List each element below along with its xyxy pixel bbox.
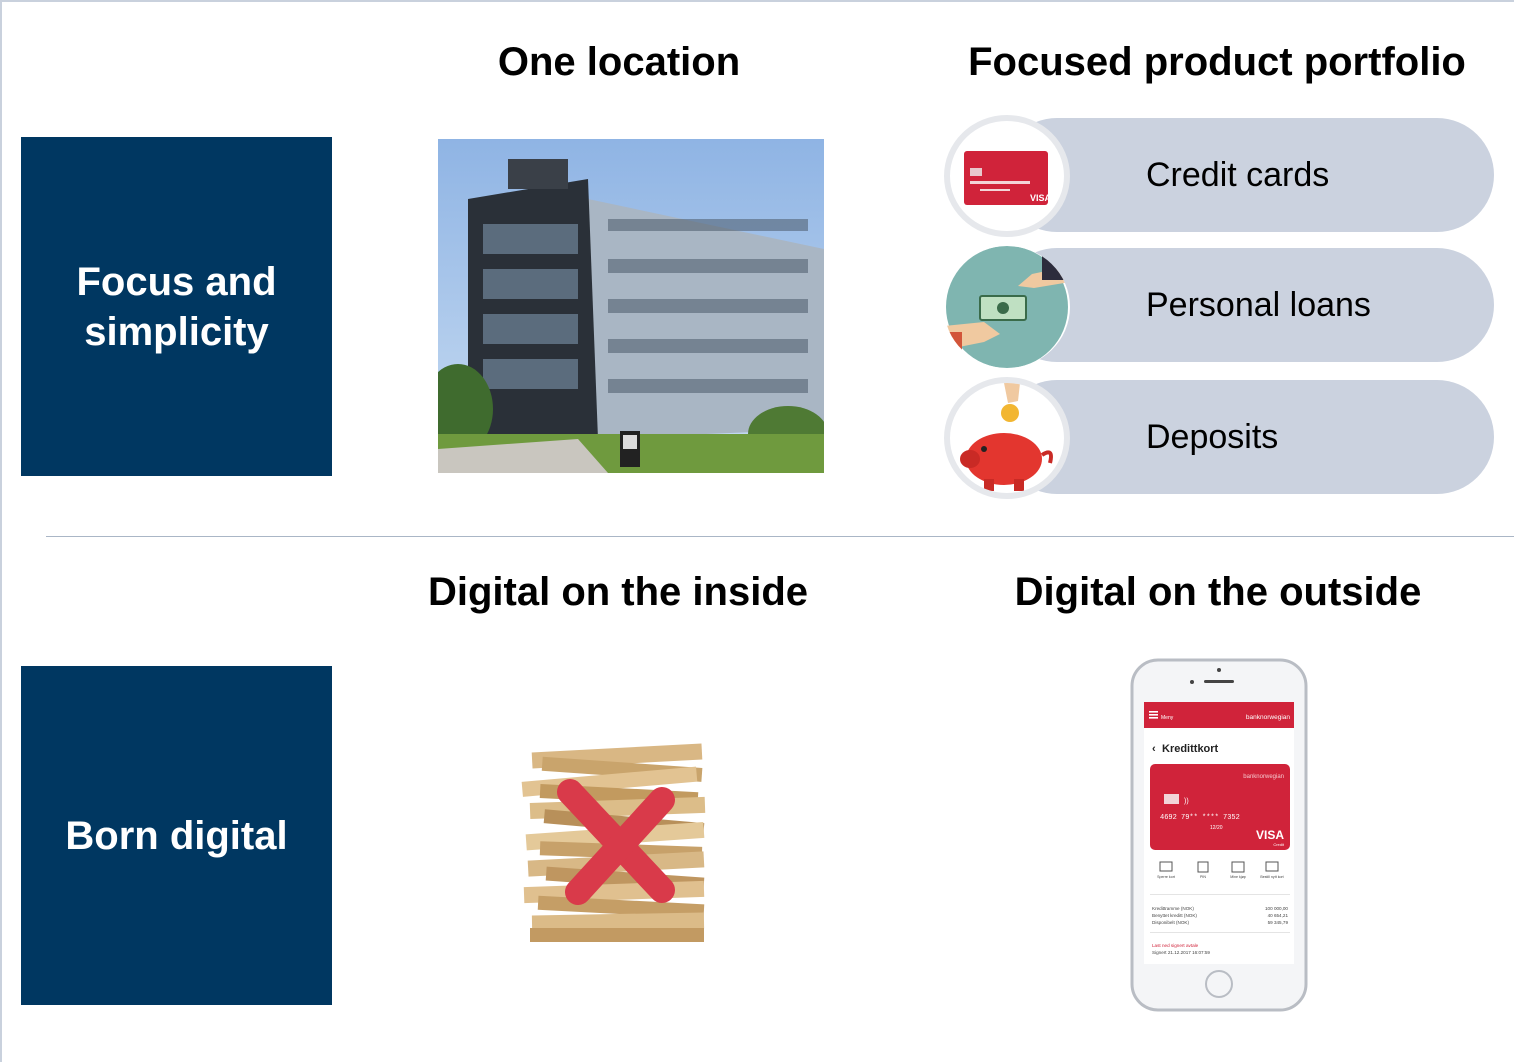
heading-digital-outside: Digital on the outside [1014, 570, 1422, 614]
phone-action-4: Bestill nytt kort [1260, 875, 1283, 879]
svg-text:‹: ‹ [1152, 743, 1156, 755]
phone-card-brand: banknorwegian [1243, 774, 1284, 780]
focus-line-2: simplicity [84, 309, 269, 354]
phone-row-1-value: 100 000,00 [1265, 906, 1288, 911]
phone-agreement-link: Last ned signert avtale [1152, 943, 1199, 948]
phone-row-2-label: Benyttet kreditt (NOK) [1152, 913, 1197, 918]
phone-card-expiry: 12/20 [1210, 825, 1223, 831]
phone-menu-label: Meny [1161, 715, 1174, 721]
phone-agreement-signed: Signert 21.12.2017 16:07:59 [1152, 950, 1210, 955]
phone-action-2: PIN [1200, 875, 1206, 879]
phone-row-3-value: 59 345,79 [1268, 920, 1289, 925]
focus-simplicity-box: Focus and simplicity [21, 137, 332, 476]
paper-stack-crossed-icon [512, 740, 722, 945]
phone-card-visa: VISA [1256, 828, 1284, 842]
product-pill-deposits: Deposits [1000, 380, 1494, 494]
born-digital-box: Born digital [21, 666, 332, 1005]
phone-row-3-label: Disponibelt (NOK) [1152, 920, 1189, 925]
phone-row-2-value: 40 654,21 [1268, 913, 1289, 918]
credit-card-icon: VISA [944, 115, 1070, 237]
office-building-photo [438, 139, 824, 473]
focus-line-1: Focus and [76, 259, 277, 304]
card-visa-text: VISA [1030, 193, 1052, 203]
phone-action-1: Sperre kort [1157, 875, 1175, 879]
money-exchange-icon [944, 246, 1070, 368]
product-pill-credit-cards: Credit cards [1000, 118, 1494, 232]
heading-one-location: One location [497, 40, 741, 84]
phone-card-visa-sub: Credit [1273, 842, 1285, 847]
heading-focused-product-portfolio: Focused product portfolio [968, 40, 1466, 84]
product-pill-personal-loans: Personal loans [1000, 248, 1494, 362]
frame-left-border [0, 0, 2, 1062]
phone-row-1-label: Kredittramme (NOK) [1152, 906, 1194, 911]
product-label-personal-loans: Personal loans [1146, 285, 1371, 324]
born-digital-label: Born digital [65, 813, 288, 858]
piggy-bank-icon [944, 377, 1070, 499]
phone-card-number: 4692 79** **** 7352 [1160, 814, 1240, 822]
phone-brand: banknorwegian [1246, 714, 1290, 721]
mobile-banking-phone: Meny banknorwegian ‹ Kredittkort banknor… [1128, 656, 1310, 1014]
product-label-deposits: Deposits [1146, 417, 1279, 456]
section-divider [46, 536, 1514, 537]
phone-screen-title: Kredittkort [1162, 743, 1219, 755]
phone-action-3: Mine kjøp [1230, 875, 1246, 879]
heading-digital-inside: Digital on the inside [427, 570, 809, 614]
svg-text:)): )) [1184, 798, 1189, 805]
frame-top-border [0, 0, 1514, 2]
product-label-credit-cards: Credit cards [1146, 155, 1330, 194]
